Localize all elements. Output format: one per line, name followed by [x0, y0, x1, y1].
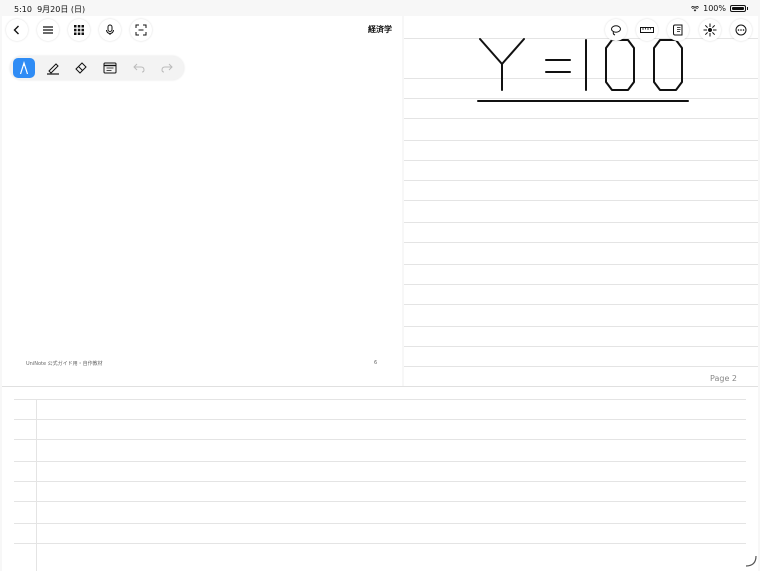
lasso-icon [611, 25, 621, 36]
page-grid-button[interactable] [68, 19, 90, 41]
page-number: 6 [374, 360, 378, 366]
undo-icon [133, 63, 145, 73]
laser-pointer-button[interactable] [699, 19, 721, 41]
eraser-icon [75, 62, 87, 74]
status-date: 9月20日 (日) [37, 5, 86, 14]
grid-icon [74, 25, 84, 35]
battery-percent: 100% [703, 4, 726, 13]
status-bar: 5:10 9月20日 (日) 100% [0, 0, 760, 16]
resize-handle-icon[interactable] [744, 554, 758, 568]
stroke-zero-2 [653, 39, 683, 91]
highlighter-icon [47, 63, 59, 75]
stroke-zero-1 [605, 39, 635, 91]
status-clock: 5:10 [14, 5, 32, 14]
page-footer: UniNote 公式ガイド用・自作教材 [26, 361, 103, 367]
text-box-tool-button[interactable] [99, 58, 121, 78]
microphone-icon [106, 24, 114, 35]
undo-button[interactable] [128, 58, 150, 78]
pen-toolbar [10, 56, 184, 80]
pen-tool-button[interactable] [13, 58, 35, 78]
book-button[interactable] [667, 19, 689, 41]
menu-button[interactable] [37, 19, 59, 41]
redo-icon [161, 63, 173, 73]
highlighter-tool-button[interactable] [42, 58, 64, 78]
eraser-tool-button[interactable] [70, 58, 92, 78]
stroke-y-arms [479, 38, 525, 65]
back-button[interactable] [6, 19, 28, 41]
ruler-icon [640, 27, 654, 33]
page-bottom[interactable] [2, 386, 758, 571]
ruler-button[interactable] [636, 19, 658, 41]
more-button[interactable] [730, 19, 752, 41]
battery-icon [730, 5, 746, 12]
laser-pointer-icon [703, 23, 717, 37]
text-box-icon [103, 62, 117, 74]
scan-button[interactable] [130, 19, 152, 41]
hamburger-icon [43, 26, 53, 34]
chevron-left-icon [13, 25, 19, 35]
more-icon [735, 24, 747, 36]
document-title[interactable]: 経済学 [330, 24, 430, 35]
pen-icon [19, 61, 29, 75]
lasso-button[interactable] [605, 19, 627, 41]
status-time: 5:10 9月20日 (日) [14, 4, 85, 15]
wifi-icon [691, 5, 700, 11]
status-indicators: 100% [691, 4, 748, 13]
scan-icon [135, 24, 147, 36]
book-icon [673, 24, 683, 36]
microphone-button[interactable] [99, 19, 121, 41]
page-label: Page 2 [710, 374, 737, 383]
redo-button[interactable] [156, 58, 178, 78]
handwritten-equation [477, 38, 689, 102]
